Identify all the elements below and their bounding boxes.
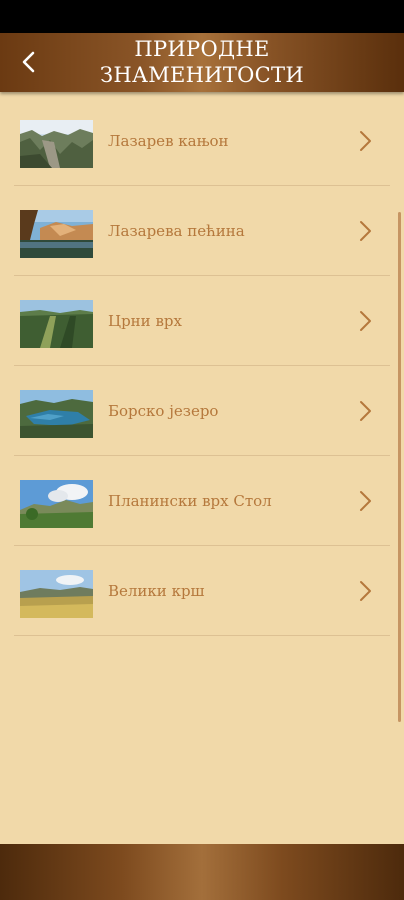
list-item-borsko-jezero[interactable]: Борско језеро <box>14 366 390 456</box>
item-label: Црни врх <box>108 312 182 330</box>
item-label: Лазарева пећина <box>108 222 245 240</box>
chevron-right-icon <box>360 401 371 421</box>
chevron-right-icon <box>360 221 371 241</box>
chevron-left-icon <box>22 51 35 73</box>
landmark-thumbnail <box>20 570 93 618</box>
page-title-line-1: ПРИРОДНЕ <box>134 37 270 61</box>
item-label: Велики крш <box>108 582 205 600</box>
list-item-crni-vrh[interactable]: Црни врх <box>14 276 390 366</box>
landmark-thumbnail <box>20 120 93 168</box>
back-button[interactable] <box>12 45 46 79</box>
list-item-planinski-vrh-stol[interactable]: Планински врх Стол <box>14 456 390 546</box>
list-item-lazarev-kanjon[interactable]: Лазарев кањон <box>14 96 390 186</box>
chevron-right-icon <box>360 491 371 511</box>
page-title: ПРИРОДНЕ ЗНАМЕНИТОСТИ <box>80 36 324 88</box>
chevron-right-icon <box>360 311 371 331</box>
item-label: Борско језеро <box>108 402 219 420</box>
landmark-thumbnail <box>20 300 93 348</box>
page-title-line-2: ЗНАМЕНИТОСТИ <box>100 63 304 87</box>
chevron-right-icon <box>360 581 371 601</box>
landmark-thumbnail <box>20 390 93 438</box>
item-label: Планински врх Стол <box>108 492 272 510</box>
scrollbar[interactable] <box>398 212 401 722</box>
footer-bar <box>0 844 404 900</box>
item-label: Лазарев кањон <box>108 132 229 150</box>
landmark-thumbnail <box>20 480 93 528</box>
list-item-veliki-krs[interactable]: Велики крш <box>14 546 390 636</box>
header: ПРИРОДНЕ ЗНАМЕНИТОСТИ <box>0 33 404 92</box>
landmark-list: Лазарев кањон Лазарева пећина Црни врх Б… <box>14 96 390 636</box>
landmark-thumbnail <box>20 210 93 258</box>
status-bar <box>0 0 404 33</box>
chevron-right-icon <box>360 131 371 151</box>
list-item-lazareva-pecina[interactable]: Лазарева пећина <box>14 186 390 276</box>
